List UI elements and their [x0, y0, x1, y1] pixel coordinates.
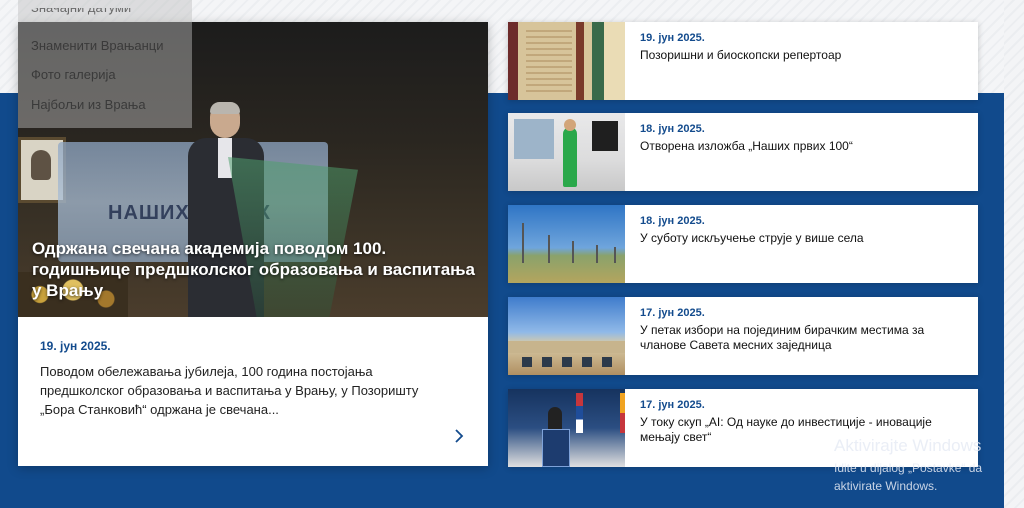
news-title[interactable]: У суботу искључење струје у више села	[640, 231, 965, 246]
dropdown-menu: Значајни датуми Знаменити Врањанци Фото …	[18, 0, 192, 128]
news-title[interactable]: У петак избори на појединим бирачким мес…	[640, 323, 965, 353]
news-title[interactable]: Позоришни и биоскопски репертоар	[640, 48, 965, 63]
featured-article-excerpt: Поводом обележавања јубилеја, 100 година…	[40, 364, 419, 417]
featured-article-date: 19. јун 2025.	[40, 339, 111, 353]
page-edge-strip	[1004, 0, 1024, 508]
menu-item-notable-people[interactable]: Знаменити Врањанци	[31, 38, 164, 53]
menu-item-best-of-vranje[interactable]: Најбољи из Врања	[31, 97, 146, 112]
news-date: 17. јун 2025.	[640, 307, 705, 319]
news-thumbnail[interactable]	[508, 113, 625, 191]
chevron-right-icon[interactable]	[450, 426, 468, 448]
news-item[interactable]: 19. јун 2025. Позоришни и биоскопски реп…	[508, 22, 978, 100]
news-thumbnail[interactable]	[508, 205, 625, 283]
news-date: 18. јун 2025.	[640, 215, 705, 227]
news-thumbnail[interactable]	[508, 389, 625, 467]
news-thumbnail[interactable]	[508, 297, 625, 375]
news-date: 18. јун 2025.	[640, 123, 705, 135]
menu-item-photo-gallery[interactable]: Фото галерија	[31, 67, 116, 82]
featured-article-title[interactable]: Одржана свечана академија поводом 100. г…	[32, 238, 478, 301]
menu-item-significant-dates[interactable]: Значајни датуми	[31, 8, 131, 15]
news-item[interactable]: 18. јун 2025. Отворена изложба „Наших пр…	[508, 113, 978, 191]
watermark-subtitle: Idite u dijalog „Postavke“ da aktivirate…	[834, 461, 983, 493]
windows-activation-watermark: Aktivirajte Windows Idite u dijalog „Pos…	[834, 436, 1009, 495]
news-date: 19. јун 2025.	[640, 32, 705, 44]
news-date: 17. јун 2025.	[640, 399, 705, 411]
news-item[interactable]: 18. јун 2025. У суботу искључење струје …	[508, 205, 978, 283]
watermark-title: Aktivirajte Windows	[834, 436, 982, 455]
news-thumbnail[interactable]	[508, 22, 625, 100]
news-title[interactable]: Отворена изложба „Наших првих 100“	[640, 139, 965, 154]
news-item[interactable]: 17. јун 2025. У петак избори на поједини…	[508, 297, 978, 375]
